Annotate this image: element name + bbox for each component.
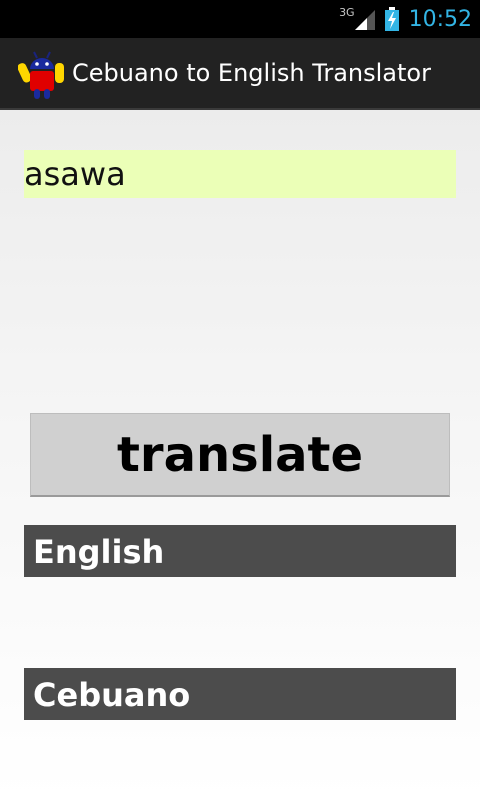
translate-button[interactable]: translate <box>30 413 450 497</box>
action-bar: Cebuano to English Translator <box>0 38 480 110</box>
battery-charging-icon <box>384 7 399 31</box>
cebuano-section-header: Cebuano <box>24 668 456 720</box>
english-section-header: English <box>24 525 456 577</box>
clock: 10:52 <box>408 6 472 32</box>
android-robot-icon[interactable] <box>18 47 66 99</box>
app-title: Cebuano to English Translator <box>72 59 431 87</box>
english-result <box>24 577 456 665</box>
network-type-label: 3G <box>339 5 355 19</box>
word-input[interactable] <box>24 150 456 198</box>
status-bar: 3G 10:52 <box>0 0 480 38</box>
cebuano-result <box>24 720 456 800</box>
signal-strength-icon <box>354 10 375 30</box>
status-icons: 3G 10:52 <box>339 4 472 34</box>
